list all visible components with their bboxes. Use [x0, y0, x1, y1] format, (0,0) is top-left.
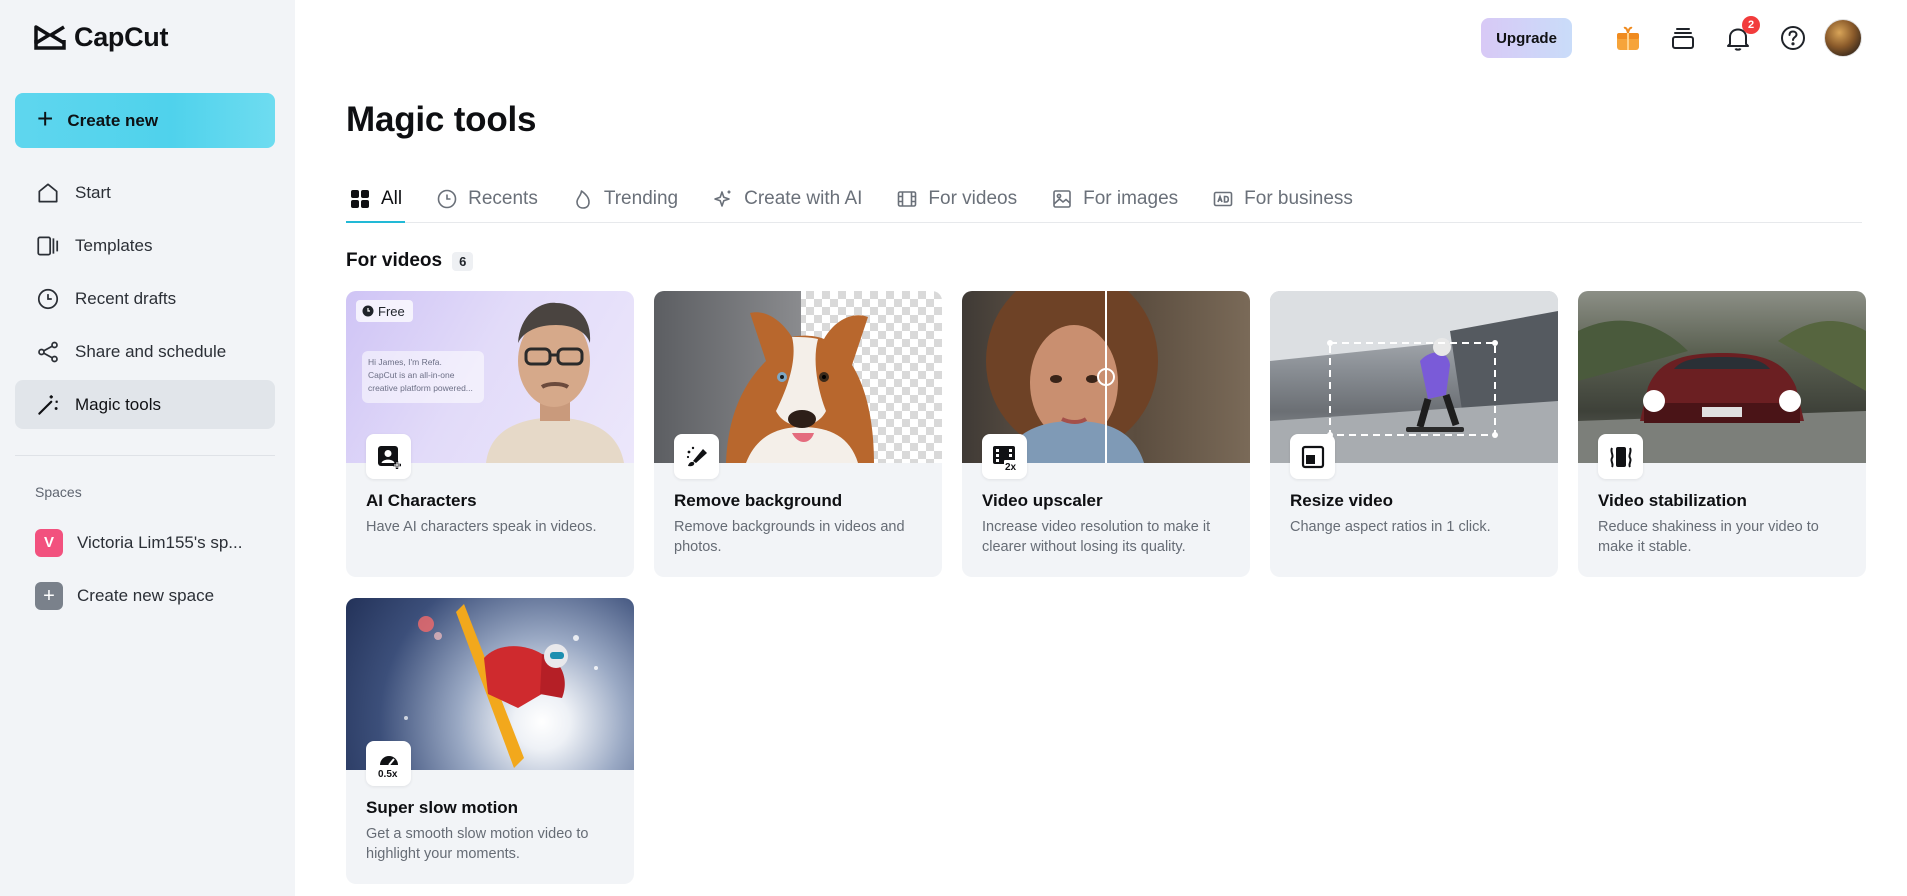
sidebar: CapCut + Create new Start Templates Rece… — [0, 0, 295, 896]
sidebar-item-label: Magic tools — [75, 394, 161, 414]
space-avatar: V — [35, 528, 63, 557]
tool-name: Resize video — [1290, 491, 1393, 510]
tool-card-ai-characters[interactable]: Free Hi James, I'm Refa. CapCut is an al… — [346, 291, 634, 577]
dog-image — [726, 312, 874, 463]
image-icon — [1053, 190, 1071, 208]
tab-label: Recents — [468, 188, 538, 209]
flame-icon — [576, 190, 590, 209]
plus-icon: + — [37, 103, 54, 134]
sidebar-item-label: Recent drafts — [75, 288, 177, 308]
tool-name: Video stabilization — [1598, 491, 1747, 510]
tab-all[interactable]: All — [346, 176, 406, 223]
ad-icon — [1213, 191, 1233, 207]
tool-description: Have AI characters speak in videos. — [366, 519, 597, 535]
sidebar-item-label: Share and schedule — [75, 341, 227, 361]
free-tag-label: Free — [378, 303, 405, 319]
chat-line: Hi James, I'm Refa. — [368, 357, 442, 367]
sidebar-nav: Start Templates Recent drafts Share and … — [15, 168, 275, 433]
gift-icon[interactable] — [1612, 22, 1644, 54]
sidebar-item-label: Start — [75, 182, 111, 202]
tab-recents[interactable]: Recents — [433, 176, 541, 222]
aspect-ratio-icon — [1290, 434, 1335, 479]
share-icon — [38, 341, 58, 362]
icon-label: 2x — [1005, 462, 1017, 471]
create-new-label: Create new — [67, 110, 159, 130]
tool-card-remove-background[interactable]: Remove background Remove backgrounds in … — [654, 291, 942, 577]
tab-label: Trending — [603, 188, 679, 209]
notification-bell-icon[interactable]: 2 — [1722, 16, 1760, 54]
chat-line: creative platform powered... — [368, 383, 473, 393]
grid-icon — [351, 190, 369, 208]
slow-motion-icon: 0.5x — [366, 741, 411, 786]
tool-description: Change aspect ratios in 1 click. — [1290, 519, 1491, 535]
tab-for-images[interactable]: For images — [1048, 176, 1181, 222]
templates-icon — [37, 235, 59, 256]
sidebar-divider — [15, 455, 275, 456]
sidebar-item-recent-drafts[interactable]: Recent drafts — [15, 274, 275, 323]
film-2x-icon: 2x — [982, 434, 1027, 479]
tab-label: For images — [1083, 188, 1179, 209]
tool-card-video-upscaler[interactable]: 2x Video upscaler Increase video resolut… — [962, 291, 1250, 577]
ai-character-portrait — [486, 302, 624, 463]
section-title: For videos — [346, 250, 443, 271]
clock-icon — [437, 189, 457, 209]
space-item-victoria[interactable]: V Victoria Lim155's sp... — [15, 518, 275, 567]
tool-card-super-slow-motion[interactable]: 0.5x Super slow motion Get a smooth slow… — [346, 598, 634, 884]
tab-label: Create with AI — [744, 188, 863, 209]
clock-icon — [37, 288, 59, 309]
plus-icon: + — [35, 581, 63, 610]
create-space-label: Create new space — [77, 585, 215, 605]
sidebar-item-templates[interactable]: Templates — [15, 221, 275, 270]
upgrade-button[interactable]: Upgrade — [1481, 18, 1572, 58]
user-avatar[interactable] — [1824, 19, 1862, 57]
chat-bubble: Hi James, I'm Refa. CapCut is an all-in-… — [362, 351, 484, 403]
tool-description: Get a smooth slow motion video to highli… — [366, 826, 589, 862]
page-title: Magic tools — [346, 100, 537, 139]
clock-icon — [362, 305, 374, 317]
spaces-heading: Spaces — [35, 484, 82, 500]
tool-card-resize-video[interactable]: Resize video Change aspect ratios in 1 c… — [1270, 291, 1558, 577]
magic-wand-icon — [38, 394, 58, 415]
tool-description: Remove backgrounds in videos and photos. — [674, 519, 905, 555]
free-tag: Free — [356, 300, 413, 322]
tool-name: Video upscaler — [982, 491, 1103, 510]
section-count-badge: 6 — [452, 251, 474, 271]
sparkle-icon — [714, 190, 731, 207]
tool-card-video-stabilization[interactable]: Video stabilization Reduce shakiness in … — [1578, 291, 1866, 577]
tab-label: For videos — [928, 188, 1018, 209]
sidebar-item-start[interactable]: Start — [15, 168, 275, 217]
capcut-logo-icon — [34, 24, 66, 50]
ai-character-icon — [366, 434, 411, 479]
tab-label: For business — [1244, 188, 1353, 209]
tool-name: Super slow motion — [366, 798, 519, 817]
icon-label: 0.5x — [378, 769, 398, 779]
space-name: Victoria Lim155's sp... — [77, 532, 243, 552]
tool-name: Remove background — [674, 491, 843, 510]
notification-badge: 2 — [1742, 16, 1760, 34]
tool-description: Increase video resolution to make it cle… — [982, 519, 1211, 555]
tool-description: Reduce shakiness in your video to make i… — [1598, 519, 1819, 555]
category-tabs: All Recents Trending Create with AI For … — [346, 176, 1862, 223]
section-header: For videos 6 — [346, 250, 474, 272]
tool-name: AI Characters — [366, 491, 477, 510]
eraser-brush-icon — [674, 434, 719, 479]
layers-icon[interactable] — [1667, 22, 1699, 54]
tab-trending[interactable]: Trending — [569, 176, 681, 222]
tab-for-business[interactable]: For business — [1209, 176, 1356, 222]
create-new-button[interactable]: + Create new — [15, 93, 275, 148]
create-new-space-button[interactable]: + Create new space — [15, 571, 275, 620]
help-icon[interactable] — [1777, 22, 1809, 54]
sidebar-item-label: Templates — [75, 235, 153, 255]
tab-create-with-ai[interactable]: Create with AI — [709, 176, 865, 222]
app-name: CapCut — [74, 22, 169, 52]
chat-line: CapCut is an all-in-one — [368, 370, 455, 380]
capcut-logo[interactable]: CapCut — [34, 22, 169, 53]
home-icon — [38, 182, 58, 203]
sidebar-item-share-schedule[interactable]: Share and schedule — [15, 327, 275, 376]
stabilize-icon — [1598, 434, 1643, 479]
tab-for-videos[interactable]: For videos — [893, 176, 1020, 222]
sidebar-item-magic-tools[interactable]: Magic tools — [15, 380, 275, 429]
film-icon — [898, 191, 917, 207]
tab-label: All — [381, 188, 403, 209]
